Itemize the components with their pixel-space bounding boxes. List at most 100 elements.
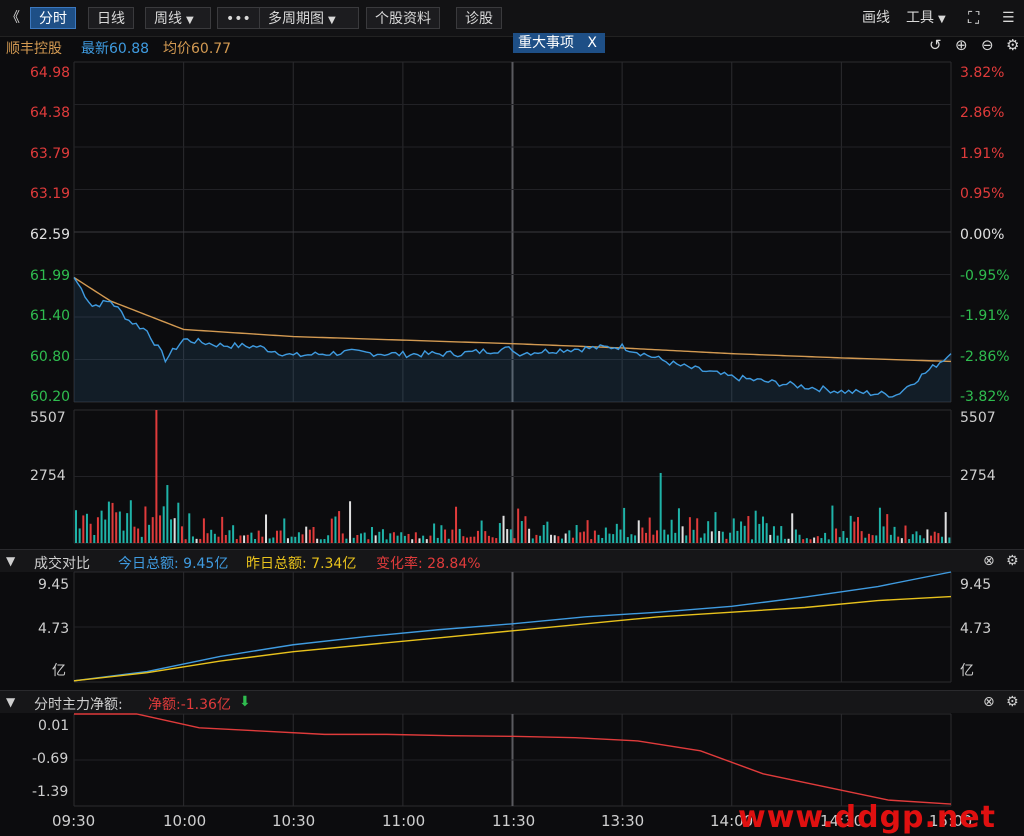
volume-bar [455,506,458,543]
volume-bar [480,520,483,543]
volume-bar [820,538,823,543]
close-icon[interactable]: ⊗ [983,553,995,569]
price-label: 61.99 [30,268,71,284]
change-rate: 变化率: 28.84% [376,556,481,572]
volume-bar [652,534,655,543]
volume-bar [593,530,596,543]
down-arrow-icon: ⬇ [239,694,251,710]
volume-bar [294,536,297,543]
volume-bar [864,537,867,543]
volume-bar [524,516,527,543]
volume-bar [308,529,311,543]
today-turnover-line [73,571,952,682]
pct-label: -0.95% [960,268,1010,284]
collapse-icon[interactable]: ▼ [6,695,15,709]
volume-bar [323,539,326,543]
time-label: 09:30 [52,812,96,830]
volume-bar [582,531,585,543]
average-price: 均价60.77 [163,41,232,57]
volume-bar [747,516,750,543]
volume-bar [469,536,472,543]
volume-bar [842,531,845,543]
tools-label: 工具 [906,10,934,26]
price-label: 64.38 [30,105,71,121]
volume-bar [159,515,162,543]
volume-bar [904,525,907,543]
volume-bar [926,529,929,543]
volume-bar [802,539,805,543]
undo-icon[interactable]: ↺ [929,36,942,54]
menu-icon[interactable]: ☰ [1002,7,1015,29]
price-label: 60.20 [30,389,71,405]
tools-button[interactable]: 工具 ▼ [906,7,946,29]
volume-bar [356,535,359,543]
volume-bar [597,534,600,543]
volume-bar [433,523,436,543]
price-label: 60.80 [30,349,71,365]
volume-bar [772,526,775,543]
netflow-panel-header: ▼ 分时主力净额: 净额:-1.36亿 ⬇ ⊗ ⚙ [0,690,1024,713]
volume-bar [922,538,925,543]
back-icon[interactable]: 《 [6,7,20,29]
volume-bar [531,538,534,543]
close-icon[interactable]: ⊗ [983,694,995,710]
volume-bar [155,410,158,543]
gear-icon[interactable]: ⚙ [1006,694,1019,710]
volume-bar [352,537,355,543]
volume-bar [856,517,859,543]
volume-bar [794,529,797,543]
volume-bar [853,521,856,543]
volume-bar [805,538,808,543]
price-area-fill [74,277,951,402]
volume-bar [283,518,286,543]
volume-bar [604,527,607,543]
price-label: 63.79 [30,146,71,162]
volume-bar [422,535,425,543]
volume-bar [265,514,268,543]
stock-name: 顺丰控股 [6,41,62,57]
volume-bar [542,525,545,543]
volume-bar [707,521,710,543]
volume-bar [312,526,315,543]
draw-line-button[interactable]: 画线 [862,7,890,29]
compare-y-label: 4.73 [38,621,70,637]
tab-multi-period[interactable]: 多周期图 ▼ [259,7,359,29]
volume-bar [535,534,538,543]
event-tag[interactable]: 重大事项 X [513,33,605,53]
volume-bar [721,531,724,543]
tab-daily[interactable]: 日线 [88,7,134,29]
zoom-out-icon[interactable]: ⊖ [981,36,994,54]
fullscreen-icon[interactable]: ⛶ [968,7,979,29]
volume-bar [670,519,673,543]
volume-bar [301,534,304,543]
volume-bar [392,532,395,543]
pct-label: 0.95% [960,186,1005,202]
tab-multi-period-label: 多周期图 [268,11,324,27]
volume-bar [732,518,735,543]
price-label: 64.98 [30,65,71,81]
close-icon[interactable]: X [587,33,597,53]
tab-stock-profile[interactable]: 个股资料 [366,7,440,29]
volume-bar [513,538,516,543]
volume-bar [411,539,414,543]
volume-bar [776,535,779,543]
tab-intraday[interactable]: 分时 [30,7,76,29]
volume-bar [246,534,249,543]
zoom-in-icon[interactable]: ⊕ [955,36,968,54]
gear-icon[interactable]: ⚙ [1006,36,1019,54]
volume-bar [275,530,278,543]
more-button[interactable]: ••• [217,7,260,29]
tab-weekly[interactable]: 周线 ▼ [145,7,211,29]
volume-bar [710,531,713,543]
netflow-y-label: -1.39 [32,784,69,800]
tab-diagnosis[interactable]: 诊股 [456,7,502,29]
gear-icon[interactable]: ⚙ [1006,553,1019,569]
volume-bar [645,532,648,543]
collapse-icon[interactable]: ▼ [6,554,15,568]
volume-bar [144,506,147,543]
volume-bar [272,537,275,543]
volume-bar [75,510,77,543]
volume-bar [615,523,618,543]
volume-bar [791,513,794,543]
volume-bar [656,530,659,543]
